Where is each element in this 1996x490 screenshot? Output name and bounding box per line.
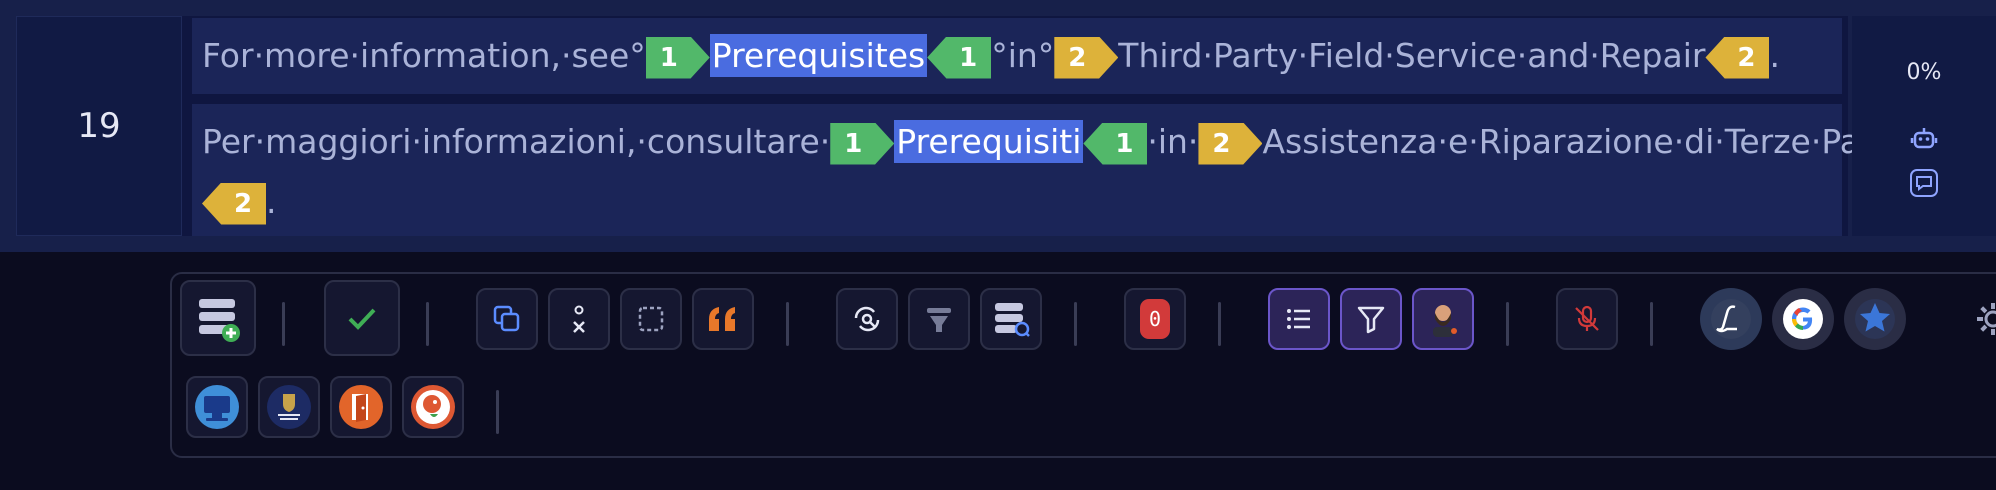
concordance-search-button[interactable] [980,288,1042,350]
settings-button[interactable] [1962,288,1996,350]
script-l-icon [1711,299,1751,339]
target-middle: ·in· [1147,122,1199,161]
clear-tags-button[interactable] [548,288,610,350]
check-icon [348,308,376,330]
target-after: Assistenza·e·Riparazione·di·Terze·Parti [1262,122,1896,161]
quote-icon [709,307,735,331]
funnel-icon [927,308,951,332]
degree-x-icon [573,305,585,333]
robot-icon[interactable] [1907,122,1941,156]
target-text-line1: Per·maggiori·informazioni,·consultare· 1 P… [202,104,1896,180]
cambridge-dictionary-button[interactable] [258,376,320,438]
book-door-icon [339,385,383,429]
toolbar-divider [1650,302,1653,346]
source-text: For·more·information,·see° 1 Prerequisites… [202,18,1780,94]
tag-open-1[interactable]: 1 [830,122,895,165]
cat-editor: 19 For·more·information,·see° 1 Prerequisi… [0,0,1996,490]
source-end: . [1769,36,1780,75]
list-icon [1287,309,1310,329]
tag-open-2[interactable]: 2 [1198,122,1263,165]
segment-rows: For·more·information,·see° 1 Prerequisites… [182,16,1896,236]
segment-side-panel: 0% [1852,16,1996,236]
google-translate-button[interactable] [1772,288,1834,350]
profile-avatar-button[interactable] [1412,288,1474,350]
database-add-icon [199,299,240,342]
filter-button[interactable] [1340,288,1402,350]
source-after: Third·Party·Field·Service·and·Repair [1118,36,1706,75]
search-replace-icon [854,306,880,332]
source-middle: °in° [991,36,1055,75]
cat-tool-app-button[interactable] [186,376,248,438]
toolbar-divider [1074,302,1077,346]
toolbar-divider [426,302,429,346]
segment-area: 19 For·more·information,·see° 1 Prerequisi… [0,0,1996,252]
source-row[interactable]: For·more·information,·see° 1 Prerequisites… [192,18,1842,94]
match-percentage: 0% [1906,60,1942,85]
favorites-button[interactable] [1844,288,1906,350]
star-icon [1855,299,1895,339]
tag-open-2[interactable]: 2 [1054,36,1119,79]
target-end: . [266,182,277,221]
database-search-icon [995,303,1030,337]
cambridge-dictionary-icon [267,385,311,429]
monitor-app-icon [195,385,239,429]
filter-icon [1357,306,1385,334]
tag-close-2[interactable]: 2 [1705,36,1770,79]
target-highlight: Prerequisiti [894,120,1084,163]
tag-close-2[interactable]: 2 [202,182,266,225]
tag-open-1[interactable]: 1 [645,36,710,79]
source-highlight: Prerequisites [709,34,928,77]
tag-close-1[interactable]: 1 [927,36,992,79]
source-before: For·more·information,·see° [202,36,646,75]
selection-icon [638,306,664,332]
gear-icon [1977,303,1996,335]
bearded-man-avatar-icon [1433,305,1457,337]
tag-close-1[interactable]: 1 [1083,122,1148,165]
copy-icon [493,305,520,332]
linguee-button[interactable] [1700,288,1762,350]
microphone-off-icon [1575,305,1599,331]
copy-source-button[interactable] [476,288,538,350]
segment-number[interactable]: 19 [16,16,182,236]
comment-icon[interactable] [1907,166,1941,200]
duck-icon [411,385,455,429]
quote-button[interactable] [692,288,754,350]
target-text-line2: 2. [202,164,277,240]
reverso-button[interactable] [330,376,392,438]
target-row[interactable]: Per·maggiori·informazioni,·consultare· 1 P… [192,104,1896,236]
qa-errors-button[interactable]: 0 [1124,288,1186,350]
list-view-button[interactable] [1268,288,1330,350]
add-segment-button[interactable] [180,280,256,356]
filter-tool-button[interactable] [908,288,970,350]
toolbar-divider [786,302,789,346]
toolbar: 0 [170,272,1996,458]
toolbar-divider [1506,302,1509,346]
google-icon [1783,299,1823,339]
microphone-button[interactable] [1556,288,1618,350]
find-replace-button[interactable] [836,288,898,350]
select-all-button[interactable] [620,288,682,350]
toolbar-divider [282,302,285,346]
duckduckgo-button[interactable] [402,376,464,438]
target-before: Per·maggiori·informazioni,·consultare· [202,122,831,161]
confirm-button[interactable] [324,280,400,356]
toolbar-divider [496,390,499,434]
toolbar-divider [1218,302,1221,346]
error-count-badge: 0 [1140,299,1170,339]
